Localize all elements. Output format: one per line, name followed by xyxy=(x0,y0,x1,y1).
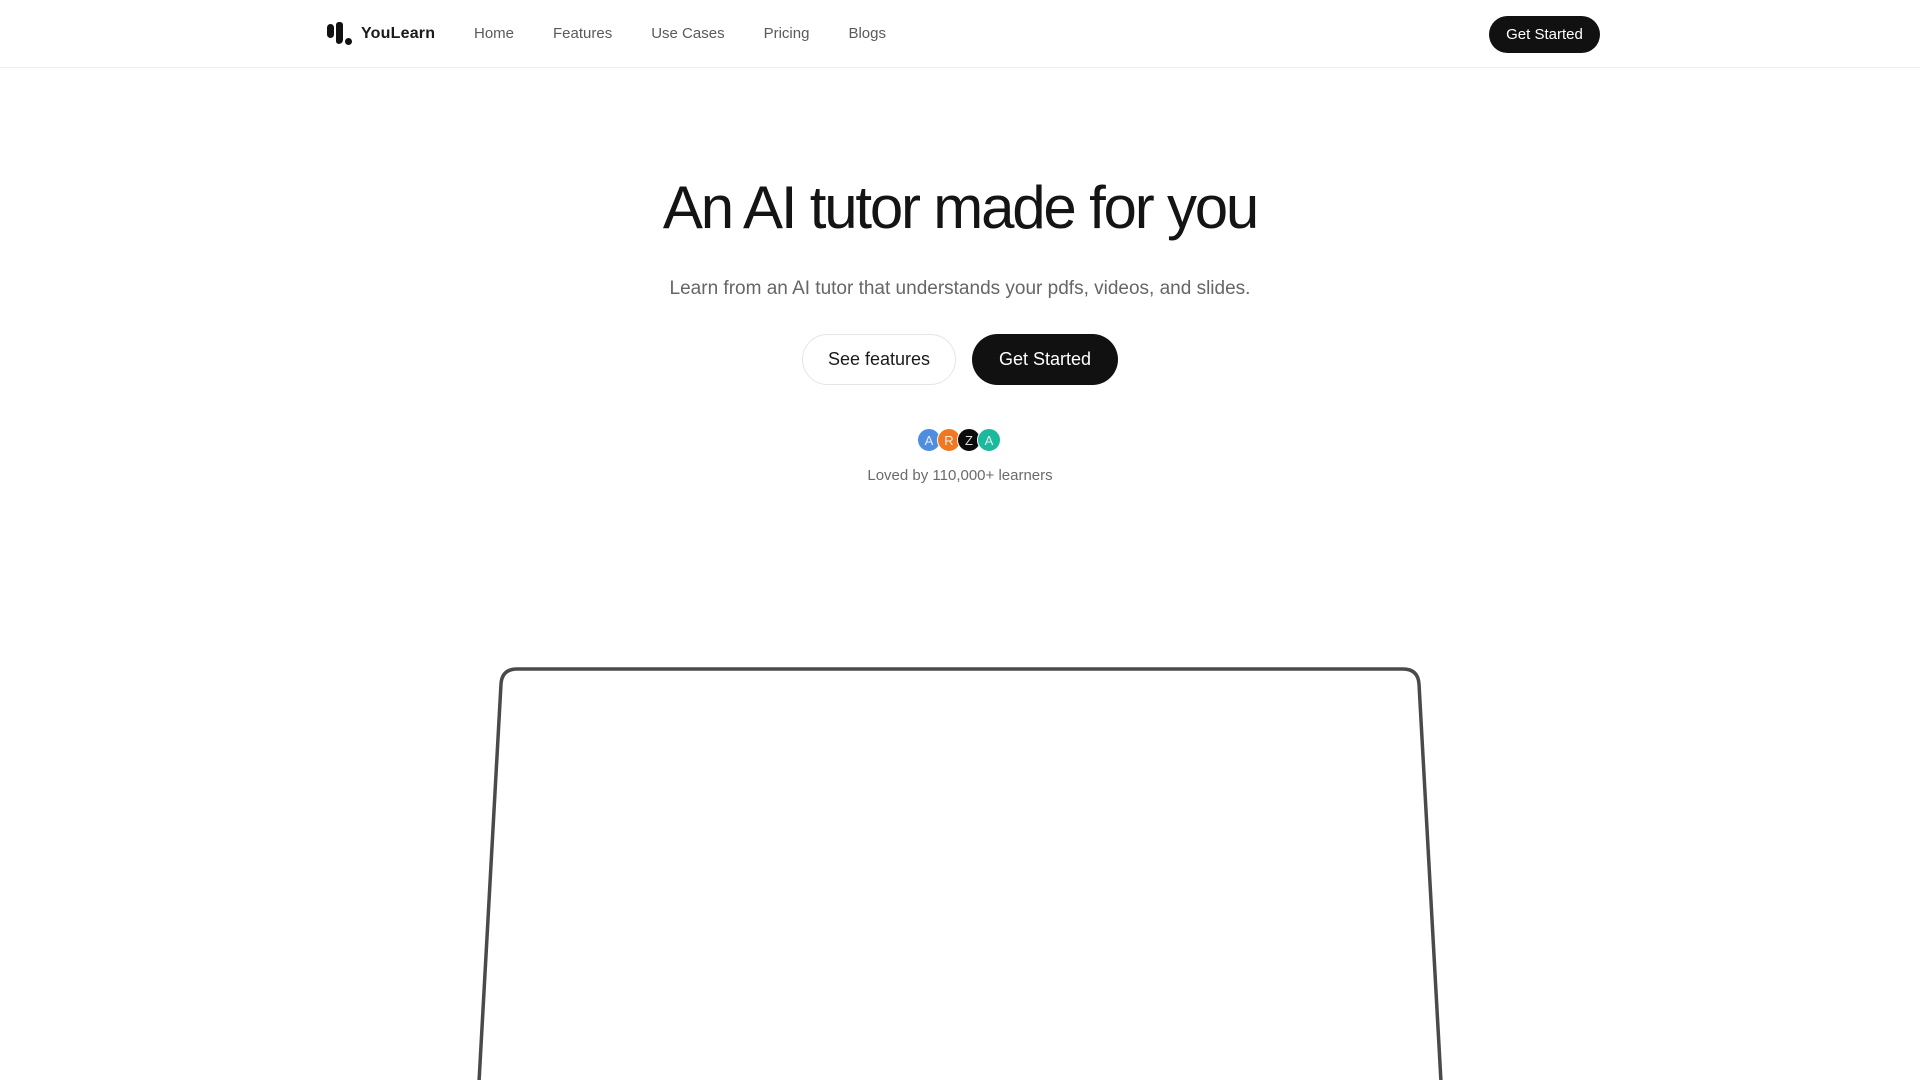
nav-links: Home Features Use Cases Pricing Blogs xyxy=(474,24,886,44)
preview-frame-outline xyxy=(477,667,1443,1080)
social-proof-text: Loved by 110,000+ learners xyxy=(867,467,1053,484)
nav-link-pricing[interactable]: Pricing xyxy=(764,24,810,44)
learner-avatars: A R Z A xyxy=(917,428,1001,452)
brand-name: YouLearn xyxy=(361,25,436,42)
see-features-button[interactable]: See features xyxy=(802,334,956,385)
brand-logo[interactable]: YouLearn xyxy=(327,20,435,48)
avatar: A xyxy=(977,428,1001,452)
nav-get-started-button[interactable]: Get Started xyxy=(1489,16,1600,53)
get-started-button[interactable]: Get Started xyxy=(972,334,1118,385)
hero-title: An AI tutor made for you xyxy=(662,174,1259,241)
youlearn-logo-icon xyxy=(327,21,353,47)
nav-link-use-cases[interactable]: Use Cases xyxy=(651,24,724,44)
nav-link-blogs[interactable]: Blogs xyxy=(848,24,886,44)
top-navbar: YouLearn Home Features Use Cases Pricing… xyxy=(0,0,1920,68)
product-preview-frame xyxy=(477,667,1443,1080)
nav-link-home[interactable]: Home xyxy=(474,24,514,44)
hero-subtitle: Learn from an AI tutor that understands … xyxy=(669,278,1251,299)
hero-actions: See features Get Started xyxy=(802,334,1118,385)
nav-link-features[interactable]: Features xyxy=(553,24,612,44)
